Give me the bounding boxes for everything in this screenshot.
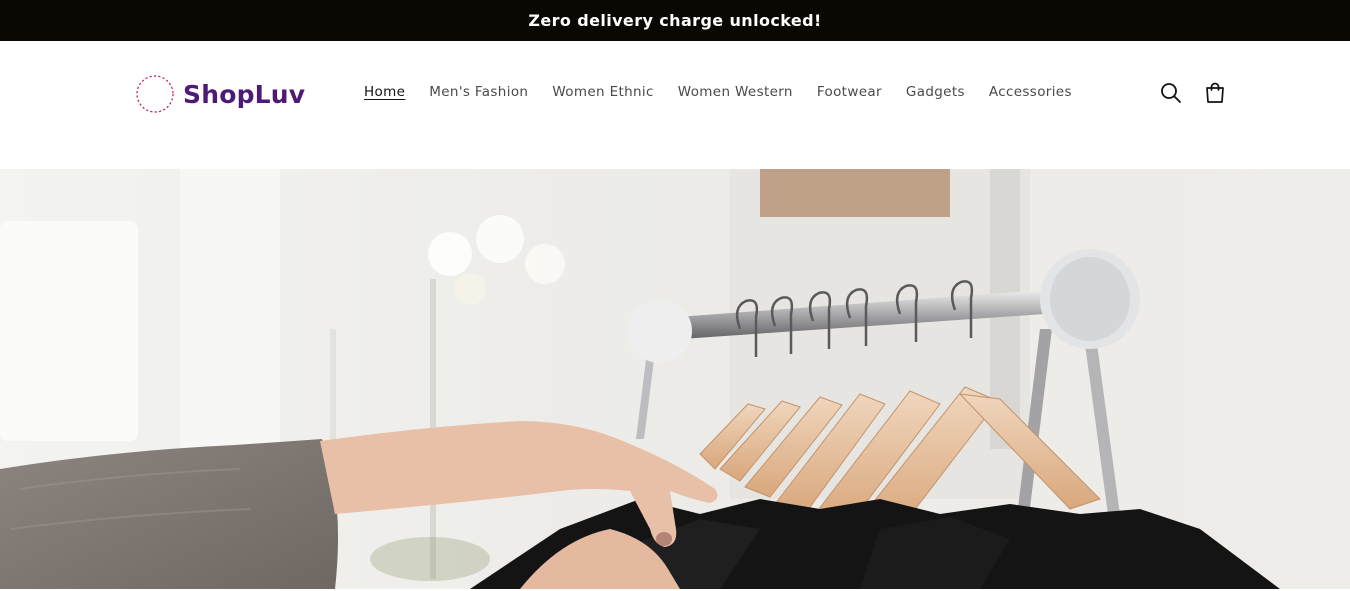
- cart-icon: [1206, 82, 1224, 103]
- main-nav: Home Men's Fashion Women Ethnic Women We…: [364, 84, 1096, 100]
- logo-text: ShopLuv: [183, 79, 306, 109]
- announcement-text: Zero delivery charge unlocked!: [528, 11, 822, 30]
- cart-button[interactable]: [1201, 79, 1229, 107]
- nav-item-accessories[interactable]: Accessories: [989, 84, 1072, 100]
- site-header: ShopLuv Home Men's Fashion Women Ethnic …: [0, 41, 1350, 169]
- hero-banner: [0, 169, 1350, 589]
- nav-item-gadgets[interactable]: Gadgets: [906, 84, 965, 100]
- nav-item-mens-fashion[interactable]: Men's Fashion: [429, 84, 528, 100]
- nav-item-women-ethnic[interactable]: Women Ethnic: [552, 84, 653, 100]
- logo-ring-icon: [136, 75, 174, 113]
- nav-item-footwear[interactable]: Footwear: [817, 84, 882, 100]
- logo-link[interactable]: ShopLuv: [135, 74, 305, 114]
- search-icon: [1161, 83, 1181, 103]
- nav-item-home[interactable]: Home: [364, 84, 405, 100]
- hero-image: [0, 169, 1350, 589]
- announcement-bar: Zero delivery charge unlocked!: [0, 0, 1350, 41]
- search-button[interactable]: [1157, 79, 1185, 107]
- nav-item-women-western[interactable]: Women Western: [678, 84, 793, 100]
